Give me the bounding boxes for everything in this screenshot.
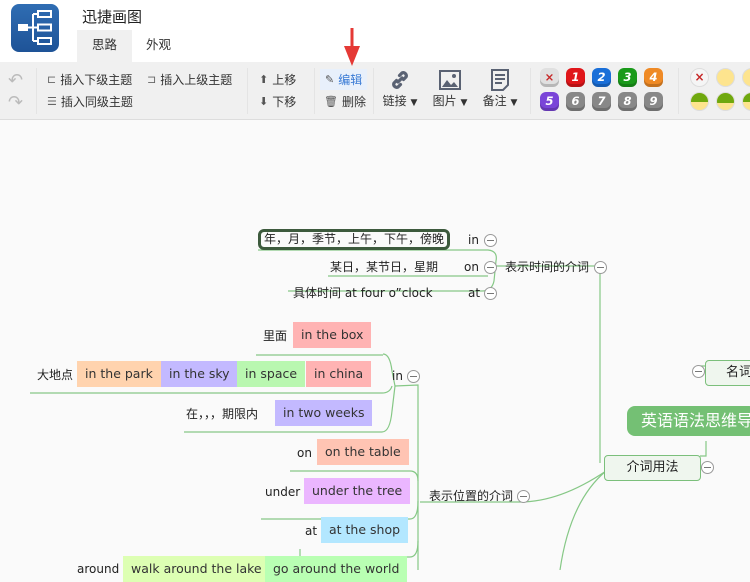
priority-6-icon[interactable]: 6 [566, 92, 585, 111]
mindmap-canvas[interactable]: 年，月，季节，上午，下午，傍晚 in 某日，某节日，星期 on 具体时间 at … [0, 121, 750, 582]
collapse-toggle-icon[interactable] [484, 261, 497, 274]
tab-appearance[interactable]: 外观 [131, 30, 186, 62]
delete-label: 删除 [341, 95, 366, 109]
priority-5-icon[interactable]: 5 [540, 92, 559, 111]
move-up-button[interactable]: ⬆ 上移 [259, 71, 296, 88]
collapse-toggle-icon[interactable] [407, 370, 420, 383]
image-icon [430, 68, 470, 92]
right-branch-node[interactable]: 名词 [705, 360, 750, 386]
tag-walk-around-the-lake[interactable]: walk around the lake [123, 556, 270, 582]
progress-25%-icon[interactable] [690, 92, 709, 111]
tag-on-the-table[interactable]: on the table [317, 439, 409, 465]
image-label: 图片 [432, 94, 457, 108]
place-in-label[interactable]: in [392, 364, 403, 388]
arrow-up-icon: ⬆ [259, 73, 269, 86]
image-button[interactable]: 图片 ▼ [430, 68, 470, 109]
tab-thinking[interactable]: 思路 [77, 30, 133, 62]
tag-in-space[interactable]: in space [237, 361, 306, 387]
tag-go-around-the-world[interactable]: go around the world [265, 556, 408, 582]
insert-child-label: 插入下级主题 [60, 73, 133, 87]
place-at-label[interactable]: at [305, 519, 317, 543]
time-on-label[interactable]: on [464, 255, 479, 279]
edit-button[interactable]: ✎ 编辑 [320, 69, 368, 90]
tag-in-china[interactable]: in china [306, 361, 372, 387]
app-header: 迅捷画图 思路 外观 [0, 0, 750, 62]
tag-at-the-shop[interactable]: at the shop [321, 517, 409, 543]
link-icon [380, 68, 420, 92]
move-down-label: 下移 [272, 95, 297, 109]
progress-50%-icon[interactable] [742, 92, 750, 111]
insert-parent-icon: ⊐ [147, 73, 157, 86]
time-on-desc-node[interactable]: 某日，某节日，星期 [330, 255, 438, 279]
time-in-desc-node[interactable]: 年，月，季节，上午，下午，傍晚 [258, 229, 451, 250]
insert-child-icon: ⊏ [47, 73, 57, 86]
place-prepositions-node[interactable]: 表示位置的介词 [429, 484, 513, 508]
move-down-button[interactable]: ⬇ 下移 [259, 93, 296, 110]
priority-8-icon[interactable]: 8 [618, 92, 637, 111]
priority-2-icon[interactable]: 2 [592, 68, 611, 87]
place-on-label[interactable]: on [297, 441, 312, 465]
link-label: 链接 [382, 94, 407, 108]
trash-icon: 🗑 [324, 95, 338, 108]
link-button[interactable]: 链接 ▼ [380, 68, 420, 109]
progress-37.5%-icon[interactable] [716, 92, 735, 111]
arrow-down-icon: ⬇ [259, 95, 269, 108]
tag-in-the-sky[interactable]: in the sky [161, 361, 238, 387]
priority-3-icon[interactable]: 3 [618, 68, 637, 87]
tag-in-two-weeks[interactable]: in two weeks [275, 400, 373, 426]
tag-under-the-tree[interactable]: under the tree [304, 478, 411, 504]
caret-down-icon: ▼ [410, 98, 418, 108]
collapse-toggle-icon[interactable] [517, 490, 530, 503]
time-at-label[interactable]: at [468, 281, 480, 305]
collapse-toggle-icon[interactable] [484, 234, 497, 247]
note-icon [480, 68, 520, 92]
annotation-arrow-icon [344, 28, 360, 69]
collapse-toggle-icon[interactable] [484, 287, 497, 300]
insert-parent-label: 插入上级主题 [160, 73, 233, 87]
caret-down-icon: ▼ [460, 98, 468, 108]
place-around-label[interactable]: around [77, 557, 119, 581]
progress-0%-icon[interactable] [742, 68, 750, 87]
time-in-label[interactable]: in [468, 228, 479, 252]
progress-0%-icon[interactable] [716, 68, 735, 87]
redo-button[interactable]: ↷ [8, 92, 23, 113]
redo-icon: ↷ [8, 92, 24, 113]
in-big-place-desc[interactable]: 大地点 [37, 363, 73, 387]
toolbar: ↶ ↷ ⊏ 插入下级主题 ⊐ 插入上级主题 ☰ 插入同级主题 ⬆ 上移 ⬇ 下移… [0, 62, 750, 120]
priority-1-icon[interactable]: 1 [566, 68, 585, 87]
priority-9-icon[interactable]: 9 [644, 92, 663, 111]
tag-in-the-box[interactable]: in the box [293, 322, 372, 348]
place-under-label[interactable]: under [265, 480, 300, 504]
priority-7-icon[interactable]: 7 [592, 92, 611, 111]
insert-sibling-icon: ☰ [47, 95, 57, 108]
insert-sibling-button[interactable]: ☰ 插入同级主题 [47, 93, 133, 110]
remove-priority-icon[interactable]: × [540, 68, 559, 87]
caret-down-icon: ▼ [510, 98, 518, 108]
edit-label: 编辑 [338, 73, 363, 87]
undo-icon: ↶ [8, 70, 24, 91]
mindmap-logo-icon [11, 4, 59, 52]
root-topic-node[interactable]: 英语语法思维导图 [627, 406, 750, 436]
in-period-desc[interactable]: 在，，，期限内 [186, 402, 258, 426]
collapse-toggle-icon[interactable] [594, 261, 607, 274]
move-up-label: 上移 [272, 73, 297, 87]
note-button[interactable]: 备注 ▼ [480, 68, 520, 109]
insert-child-button[interactable]: ⊏ 插入下级主题 [47, 71, 132, 88]
time-at-desc-node[interactable]: 具体时间 at four o”clock [293, 281, 433, 305]
note-label: 备注 [482, 94, 507, 108]
in-inside-desc[interactable]: 里面 [263, 324, 287, 348]
collapse-toggle-icon[interactable] [692, 365, 705, 378]
remove-progress-icon[interactable]: × [690, 68, 709, 87]
delete-button[interactable]: 🗑 删除 [324, 93, 366, 110]
app-title: 迅捷画图 [82, 8, 143, 26]
collapse-toggle-icon[interactable] [701, 461, 714, 474]
insert-sibling-label: 插入同级主题 [60, 95, 133, 109]
priority-4-icon[interactable]: 4 [644, 68, 663, 87]
main-branch-node[interactable]: 介词用法 [604, 455, 701, 481]
undo-button[interactable]: ↶ [8, 70, 23, 91]
insert-parent-button[interactable]: ⊐ 插入上级主题 [147, 71, 232, 88]
edit-icon: ✎ [325, 73, 335, 86]
tag-in-the-park[interactable]: in the park [77, 361, 161, 387]
time-prepositions-node[interactable]: 表示时间的介词 [505, 255, 589, 279]
